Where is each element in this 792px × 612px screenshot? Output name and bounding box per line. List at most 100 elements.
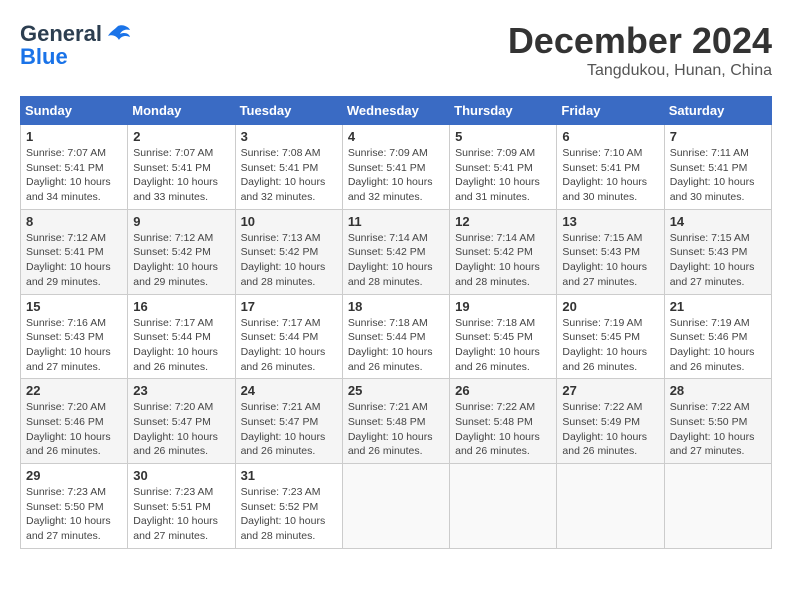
calendar-cell: 2 Sunrise: 7:07 AMSunset: 5:41 PMDayligh… [128, 125, 235, 210]
day-info: Sunrise: 7:18 AMSunset: 5:45 PMDaylight:… [455, 316, 551, 375]
calendar-cell: 17 Sunrise: 7:17 AMSunset: 5:44 PMDaylig… [235, 294, 342, 379]
calendar-cell [342, 464, 449, 549]
day-info: Sunrise: 7:07 AMSunset: 5:41 PMDaylight:… [26, 146, 122, 205]
calendar-cell: 14 Sunrise: 7:15 AMSunset: 5:43 PMDaylig… [664, 209, 771, 294]
logo-bird-icon [104, 20, 132, 48]
day-info: Sunrise: 7:19 AMSunset: 5:45 PMDaylight:… [562, 316, 658, 375]
calendar-cell: 16 Sunrise: 7:17 AMSunset: 5:44 PMDaylig… [128, 294, 235, 379]
calendar-cell [557, 464, 664, 549]
day-number: 13 [562, 214, 658, 229]
day-header-wednesday: Wednesday [342, 97, 449, 125]
day-number: 20 [562, 299, 658, 314]
calendar-cell: 24 Sunrise: 7:21 AMSunset: 5:47 PMDaylig… [235, 379, 342, 464]
day-info: Sunrise: 7:22 AMSunset: 5:49 PMDaylight:… [562, 400, 658, 459]
calendar-cell: 15 Sunrise: 7:16 AMSunset: 5:43 PMDaylig… [21, 294, 128, 379]
calendar-cell: 10 Sunrise: 7:13 AMSunset: 5:42 PMDaylig… [235, 209, 342, 294]
day-info: Sunrise: 7:10 AMSunset: 5:41 PMDaylight:… [562, 146, 658, 205]
day-number: 30 [133, 468, 229, 483]
calendar-week-row: 15 Sunrise: 7:16 AMSunset: 5:43 PMDaylig… [21, 294, 772, 379]
calendar-cell: 9 Sunrise: 7:12 AMSunset: 5:42 PMDayligh… [128, 209, 235, 294]
calendar-week-row: 29 Sunrise: 7:23 AMSunset: 5:50 PMDaylig… [21, 464, 772, 549]
day-info: Sunrise: 7:12 AMSunset: 5:41 PMDaylight:… [26, 231, 122, 290]
day-number: 23 [133, 383, 229, 398]
day-number: 25 [348, 383, 444, 398]
calendar-table: SundayMondayTuesdayWednesdayThursdayFrid… [20, 96, 772, 549]
calendar-week-row: 8 Sunrise: 7:12 AMSunset: 5:41 PMDayligh… [21, 209, 772, 294]
day-info: Sunrise: 7:14 AMSunset: 5:42 PMDaylight:… [455, 231, 551, 290]
day-info: Sunrise: 7:21 AMSunset: 5:47 PMDaylight:… [241, 400, 337, 459]
calendar-cell: 11 Sunrise: 7:14 AMSunset: 5:42 PMDaylig… [342, 209, 449, 294]
day-number: 15 [26, 299, 122, 314]
calendar-cell: 29 Sunrise: 7:23 AMSunset: 5:50 PMDaylig… [21, 464, 128, 549]
calendar-week-row: 1 Sunrise: 7:07 AMSunset: 5:41 PMDayligh… [21, 125, 772, 210]
day-number: 16 [133, 299, 229, 314]
location: Tangdukou, Hunan, China [508, 62, 772, 80]
calendar-week-row: 22 Sunrise: 7:20 AMSunset: 5:46 PMDaylig… [21, 379, 772, 464]
day-info: Sunrise: 7:07 AMSunset: 5:41 PMDaylight:… [133, 146, 229, 205]
day-info: Sunrise: 7:16 AMSunset: 5:43 PMDaylight:… [26, 316, 122, 375]
page-header: General Blue December 2024 Tangdukou, Hu… [20, 20, 772, 80]
day-number: 11 [348, 214, 444, 229]
day-info: Sunrise: 7:18 AMSunset: 5:44 PMDaylight:… [348, 316, 444, 375]
day-info: Sunrise: 7:23 AMSunset: 5:50 PMDaylight:… [26, 485, 122, 544]
calendar-header-row: SundayMondayTuesdayWednesdayThursdayFrid… [21, 97, 772, 125]
day-number: 5 [455, 129, 551, 144]
day-info: Sunrise: 7:23 AMSunset: 5:52 PMDaylight:… [241, 485, 337, 544]
calendar-cell: 22 Sunrise: 7:20 AMSunset: 5:46 PMDaylig… [21, 379, 128, 464]
day-number: 14 [670, 214, 766, 229]
day-info: Sunrise: 7:15 AMSunset: 5:43 PMDaylight:… [562, 231, 658, 290]
title-area: December 2024 Tangdukou, Hunan, China [508, 20, 772, 80]
calendar-cell: 13 Sunrise: 7:15 AMSunset: 5:43 PMDaylig… [557, 209, 664, 294]
day-number: 21 [670, 299, 766, 314]
day-info: Sunrise: 7:08 AMSunset: 5:41 PMDaylight:… [241, 146, 337, 205]
day-info: Sunrise: 7:21 AMSunset: 5:48 PMDaylight:… [348, 400, 444, 459]
day-info: Sunrise: 7:17 AMSunset: 5:44 PMDaylight:… [241, 316, 337, 375]
day-header-tuesday: Tuesday [235, 97, 342, 125]
day-info: Sunrise: 7:09 AMSunset: 5:41 PMDaylight:… [455, 146, 551, 205]
day-number: 31 [241, 468, 337, 483]
calendar-cell: 27 Sunrise: 7:22 AMSunset: 5:49 PMDaylig… [557, 379, 664, 464]
day-header-friday: Friday [557, 97, 664, 125]
day-info: Sunrise: 7:22 AMSunset: 5:50 PMDaylight:… [670, 400, 766, 459]
day-info: Sunrise: 7:15 AMSunset: 5:43 PMDaylight:… [670, 231, 766, 290]
calendar-cell: 30 Sunrise: 7:23 AMSunset: 5:51 PMDaylig… [128, 464, 235, 549]
calendar-cell: 3 Sunrise: 7:08 AMSunset: 5:41 PMDayligh… [235, 125, 342, 210]
calendar-cell: 5 Sunrise: 7:09 AMSunset: 5:41 PMDayligh… [450, 125, 557, 210]
day-number: 22 [26, 383, 122, 398]
day-number: 27 [562, 383, 658, 398]
day-info: Sunrise: 7:13 AMSunset: 5:42 PMDaylight:… [241, 231, 337, 290]
day-number: 29 [26, 468, 122, 483]
day-number: 8 [26, 214, 122, 229]
calendar-cell: 12 Sunrise: 7:14 AMSunset: 5:42 PMDaylig… [450, 209, 557, 294]
day-number: 28 [670, 383, 766, 398]
logo: General Blue [20, 20, 132, 70]
day-info: Sunrise: 7:20 AMSunset: 5:47 PMDaylight:… [133, 400, 229, 459]
day-number: 18 [348, 299, 444, 314]
logo-blue-text: Blue [20, 44, 68, 70]
calendar-cell: 23 Sunrise: 7:20 AMSunset: 5:47 PMDaylig… [128, 379, 235, 464]
day-number: 24 [241, 383, 337, 398]
day-number: 17 [241, 299, 337, 314]
day-info: Sunrise: 7:09 AMSunset: 5:41 PMDaylight:… [348, 146, 444, 205]
calendar-cell: 28 Sunrise: 7:22 AMSunset: 5:50 PMDaylig… [664, 379, 771, 464]
day-info: Sunrise: 7:20 AMSunset: 5:46 PMDaylight:… [26, 400, 122, 459]
calendar-cell: 8 Sunrise: 7:12 AMSunset: 5:41 PMDayligh… [21, 209, 128, 294]
calendar-cell: 21 Sunrise: 7:19 AMSunset: 5:46 PMDaylig… [664, 294, 771, 379]
day-number: 1 [26, 129, 122, 144]
day-info: Sunrise: 7:23 AMSunset: 5:51 PMDaylight:… [133, 485, 229, 544]
month-title: December 2024 [508, 20, 772, 62]
day-number: 12 [455, 214, 551, 229]
calendar-cell: 31 Sunrise: 7:23 AMSunset: 5:52 PMDaylig… [235, 464, 342, 549]
day-info: Sunrise: 7:17 AMSunset: 5:44 PMDaylight:… [133, 316, 229, 375]
day-info: Sunrise: 7:22 AMSunset: 5:48 PMDaylight:… [455, 400, 551, 459]
day-number: 9 [133, 214, 229, 229]
day-info: Sunrise: 7:11 AMSunset: 5:41 PMDaylight:… [670, 146, 766, 205]
calendar-cell [450, 464, 557, 549]
calendar-cell [664, 464, 771, 549]
day-info: Sunrise: 7:12 AMSunset: 5:42 PMDaylight:… [133, 231, 229, 290]
day-number: 7 [670, 129, 766, 144]
day-header-saturday: Saturday [664, 97, 771, 125]
day-info: Sunrise: 7:19 AMSunset: 5:46 PMDaylight:… [670, 316, 766, 375]
day-number: 2 [133, 129, 229, 144]
calendar-cell: 25 Sunrise: 7:21 AMSunset: 5:48 PMDaylig… [342, 379, 449, 464]
